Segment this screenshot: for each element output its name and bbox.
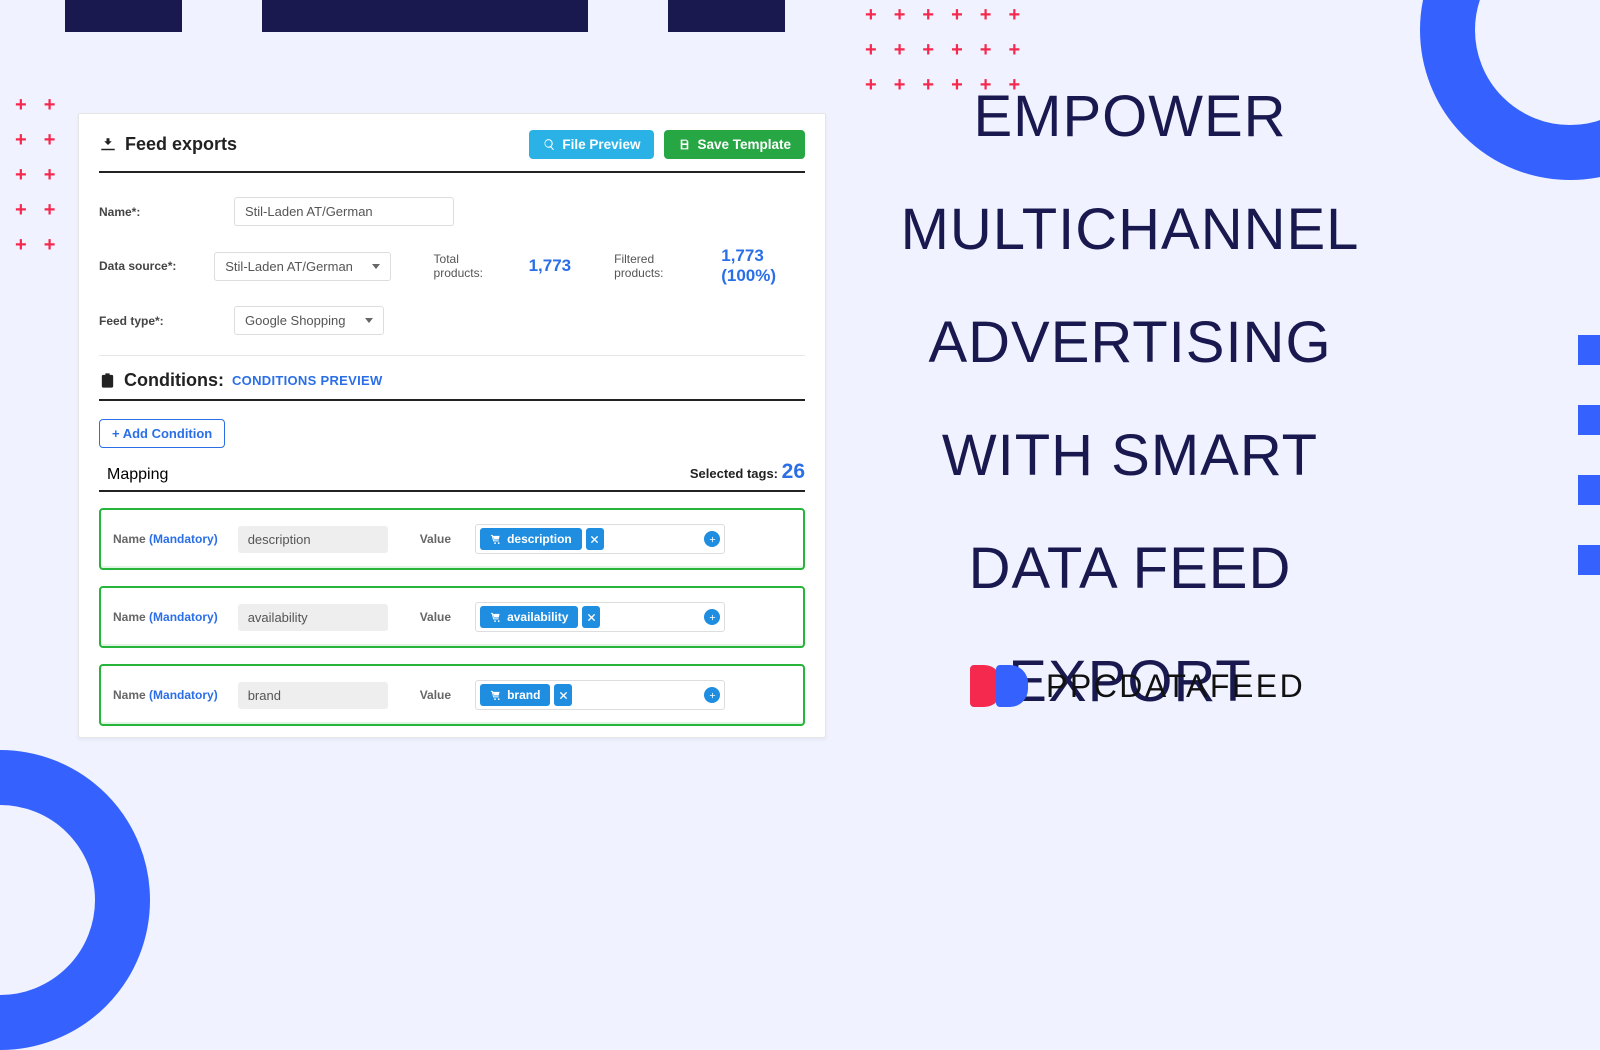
separator (99, 355, 805, 356)
name-input[interactable] (234, 197, 454, 226)
mapping-row: Name (Mandatory) description Value descr… (99, 508, 805, 570)
cart-icon (490, 612, 501, 623)
mapping-value-label: Value (420, 532, 451, 546)
deco-ring (0, 750, 150, 1050)
save-template-label: Save Template (697, 137, 791, 152)
conditions-title: Conditions: (124, 370, 224, 391)
selected-tags-label: Selected tags: (690, 466, 778, 481)
add-condition-button[interactable]: + Add Condition (99, 419, 225, 448)
close-icon (589, 534, 600, 545)
feed-type-label: Feed type*: (99, 314, 209, 328)
deco-plus-grid: +++++ +++++ (15, 95, 55, 255)
brand-logo-icon (970, 665, 1028, 707)
brand-name: PPCDATAFEED (1046, 668, 1305, 705)
export-icon (99, 136, 117, 154)
plus-icon (708, 691, 717, 700)
add-tag-button[interactable] (704, 531, 720, 547)
search-icon (543, 138, 556, 151)
add-tag-button[interactable] (704, 609, 720, 625)
deco-bars (65, 0, 785, 32)
cart-icon (490, 534, 501, 545)
mapping-header: Mapping Selected tags: 26 (99, 460, 805, 492)
mapping-tag-pill[interactable]: description (480, 528, 582, 550)
panel-title: Feed exports (99, 134, 237, 155)
brand-logo-block: PPCDATAFEED (970, 665, 1305, 707)
conditions-header: Conditions: CONDITIONS PREVIEW (99, 370, 805, 401)
mapping-title: Mapping (107, 466, 168, 484)
clipboard-icon (99, 372, 116, 389)
feed-type-value: Google Shopping (245, 313, 345, 328)
mapping-name-label: Name (Mandatory) (113, 688, 218, 702)
deco-dashes (1578, 335, 1600, 575)
chevron-down-icon (372, 264, 380, 269)
file-preview-label: File Preview (562, 137, 640, 152)
deco-ring (1420, 0, 1600, 180)
marketing-headline: Empower multichannel advertising with sm… (880, 60, 1380, 739)
mapping-row: Name (Mandatory) availability Value avai… (99, 586, 805, 648)
close-icon (586, 612, 597, 623)
plus-icon (708, 613, 717, 622)
mapping-tag-pill[interactable]: brand (480, 684, 550, 706)
mapping-row: Name (Mandatory) brand Value brand (99, 664, 805, 726)
row-feed-type: Feed type*: Google Shopping (99, 296, 805, 345)
feed-type-select[interactable]: Google Shopping (234, 306, 384, 335)
save-template-button[interactable]: Save Template (664, 130, 805, 159)
close-icon (558, 690, 569, 701)
file-preview-button[interactable]: File Preview (529, 130, 654, 159)
panel-title-text: Feed exports (125, 134, 237, 155)
mapping-name-field[interactable]: description (238, 526, 388, 553)
mapping-name-field[interactable]: availability (238, 604, 388, 631)
data-source-select[interactable]: Stil-Laden AT/German (214, 252, 390, 281)
row-data-source: Data source*: Stil-Laden AT/German Total… (99, 236, 805, 296)
mapping-value-box[interactable]: brand (475, 680, 725, 710)
mapping-value-label: Value (420, 610, 451, 624)
mapping-tag-pill[interactable]: availability (480, 606, 578, 628)
mapping-name-label: Name (Mandatory) (113, 610, 218, 624)
name-label: Name*: (99, 205, 209, 219)
remove-tag-button[interactable] (582, 606, 600, 628)
data-source-label: Data source*: (99, 259, 189, 273)
filtered-products-label: Filtered products: (614, 252, 690, 280)
feed-exports-panel: Feed exports File Preview Save Template … (78, 113, 826, 738)
total-products-value: 1,773 (529, 256, 572, 276)
mapping-value-box[interactable]: description (475, 524, 725, 554)
panel-header: Feed exports File Preview Save Template (99, 130, 805, 173)
mapping-name-field[interactable]: brand (238, 682, 388, 709)
plus-icon (708, 535, 717, 544)
total-products-label: Total products: (434, 252, 498, 280)
row-name: Name*: (99, 187, 805, 236)
mapping-name-label: Name (Mandatory) (113, 532, 218, 546)
remove-tag-button[interactable] (554, 684, 572, 706)
chevron-down-icon (365, 318, 373, 323)
remove-tag-button[interactable] (586, 528, 604, 550)
selected-tags-count: 26 (782, 460, 805, 483)
mapping-value-box[interactable]: availability (475, 602, 725, 632)
mapping-value-label: Value (420, 688, 451, 702)
filtered-products-value: 1,773 (100%) (721, 246, 805, 286)
cart-icon (490, 690, 501, 701)
save-icon (678, 138, 691, 151)
data-source-value: Stil-Laden AT/German (225, 259, 353, 274)
add-tag-button[interactable] (704, 687, 720, 703)
conditions-preview-link[interactable]: CONDITIONS PREVIEW (232, 373, 383, 388)
